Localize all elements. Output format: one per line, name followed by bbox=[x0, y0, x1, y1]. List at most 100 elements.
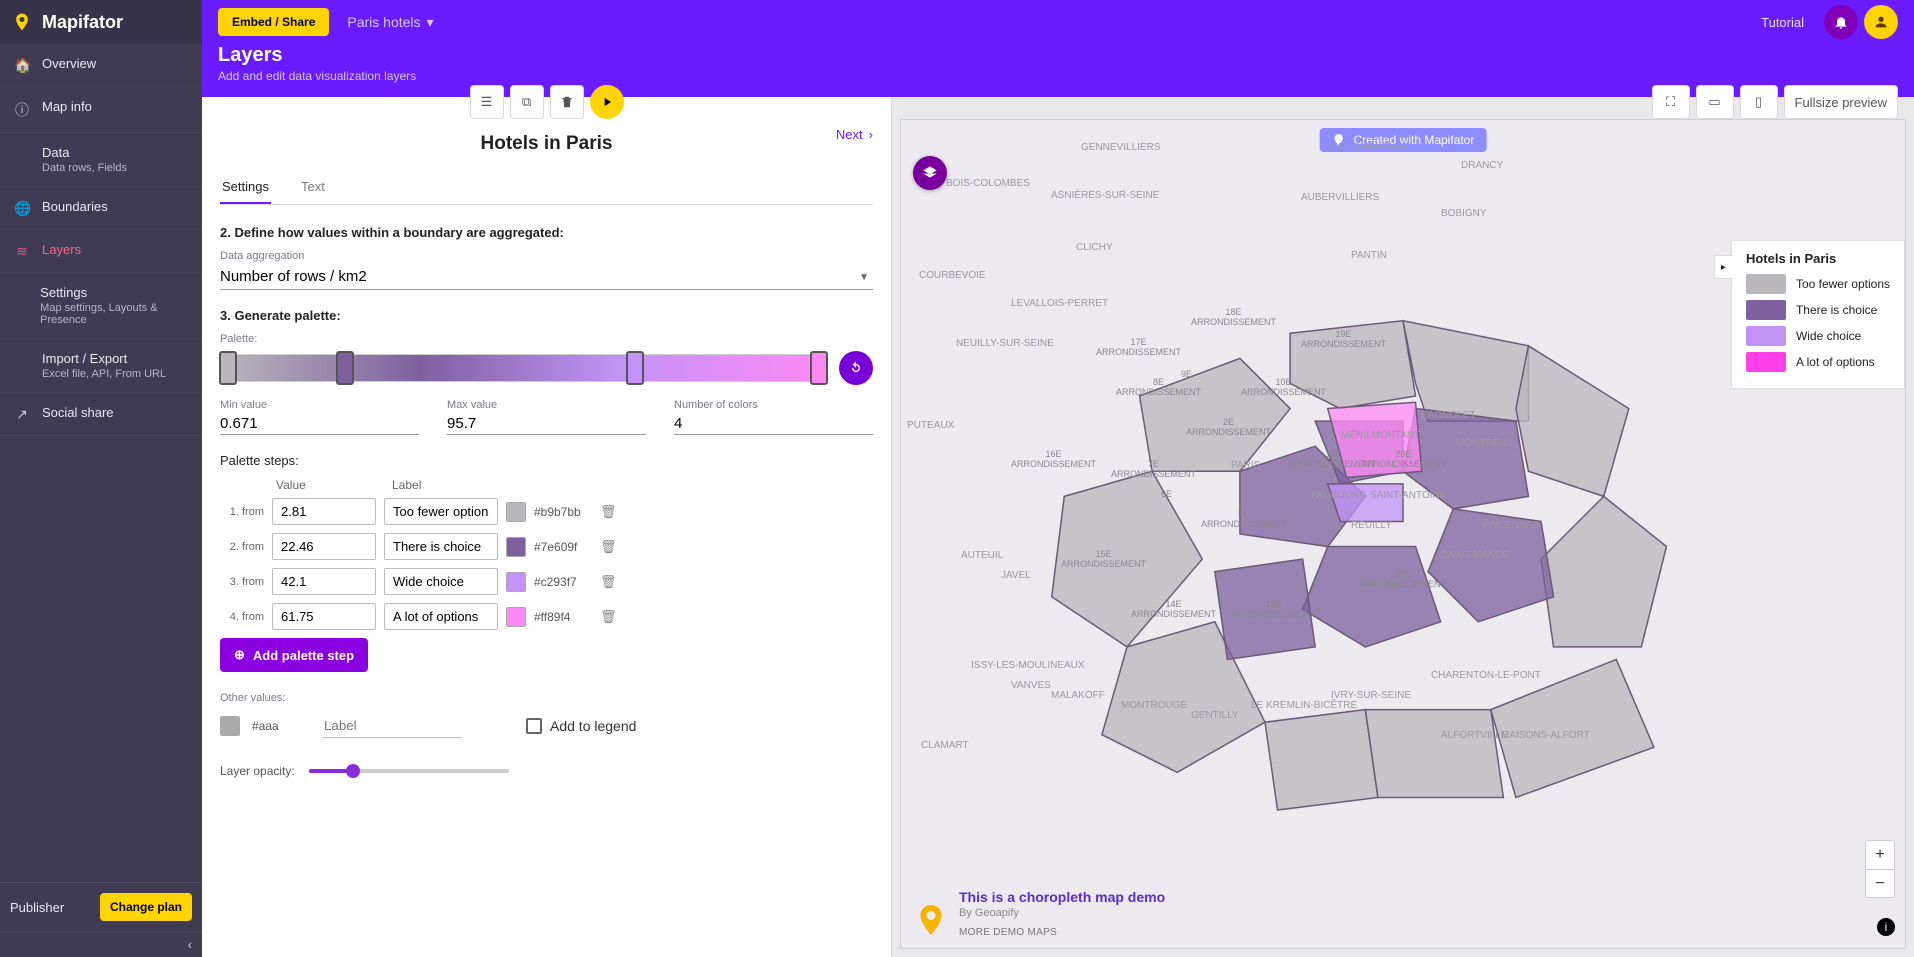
legend-swatch bbox=[1746, 300, 1786, 320]
tablet-preview-button[interactable]: ▭ bbox=[1696, 85, 1734, 119]
step-value-input[interactable] bbox=[272, 498, 376, 525]
step-hex: #ff89f4 bbox=[534, 610, 592, 624]
palette-row bbox=[220, 351, 873, 385]
region bbox=[1541, 496, 1666, 647]
add-palette-step-button[interactable]: ⊕ Add palette step bbox=[220, 638, 368, 672]
attribution-more[interactable]: MORE DEMO MAPS bbox=[959, 927, 1165, 938]
step2-heading: 2. Define how values within a boundary a… bbox=[220, 225, 873, 240]
palette-step-row: 4. from #ff89f4 🗑 bbox=[220, 603, 873, 630]
project-name: Paris hotels bbox=[347, 14, 420, 30]
other-color-swatch[interactable] bbox=[220, 716, 240, 736]
nav-sublabel: Map settings, Layouts & Presence bbox=[40, 302, 188, 326]
attribution-by: By Geoapify bbox=[959, 907, 1165, 919]
step-color-swatch[interactable] bbox=[506, 607, 526, 627]
palette-handle-4[interactable] bbox=[810, 351, 828, 385]
change-plan-button[interactable]: Change plan bbox=[100, 893, 192, 921]
palette-handle-2[interactable] bbox=[336, 351, 354, 385]
step-delete-button[interactable]: 🗑 bbox=[600, 574, 617, 590]
palette-gradient[interactable] bbox=[220, 354, 827, 382]
add-to-legend-checkbox[interactable]: Add to legend bbox=[526, 718, 636, 734]
sidebar-item-data[interactable]: DataData rows, Fields bbox=[0, 133, 202, 187]
plus-icon: ⊕ bbox=[234, 647, 245, 663]
step-value-input[interactable] bbox=[272, 533, 376, 560]
fullsize-preview-button[interactable]: Fullsize preview bbox=[1784, 85, 1898, 119]
palette-step-row: 1. from#b9b7bb🗑 bbox=[220, 498, 873, 525]
tab-text[interactable]: Text bbox=[299, 171, 327, 204]
notifications-button[interactable] bbox=[1824, 5, 1858, 39]
aggregation-value[interactable] bbox=[220, 264, 873, 290]
nav-icon: ↗ bbox=[14, 406, 30, 423]
step-label-input[interactable] bbox=[384, 603, 498, 630]
legend-swatch bbox=[1746, 352, 1786, 372]
regenerate-palette-button[interactable] bbox=[839, 351, 873, 385]
publisher-label: Publisher bbox=[10, 900, 64, 915]
sidebar-nav: 🏠OverviewⓘMap infoDataData rows, Fields🌐… bbox=[0, 44, 202, 882]
project-selector[interactable]: Paris hotels ▾ bbox=[347, 14, 433, 31]
attribution-pin-icon bbox=[913, 902, 949, 938]
legend-title: Hotels in Paris bbox=[1746, 251, 1890, 266]
palette-handle-3[interactable] bbox=[626, 351, 644, 385]
sidebar-item-map-info[interactable]: ⓘMap info bbox=[0, 87, 202, 133]
legend-swatch bbox=[1746, 274, 1786, 294]
region bbox=[1516, 346, 1629, 497]
step-label-input[interactable] bbox=[384, 533, 498, 560]
step-color-swatch[interactable] bbox=[506, 502, 526, 522]
other-label-input[interactable] bbox=[322, 714, 462, 738]
palette-handle-1[interactable] bbox=[219, 351, 237, 385]
page-title: Layers bbox=[218, 44, 1898, 67]
map-frame[interactable]: Created with Mapifator bbox=[900, 119, 1906, 949]
nav-icon: ⓘ bbox=[14, 100, 30, 120]
legend-collapse-button[interactable]: ▸ bbox=[1714, 255, 1732, 279]
step-value-input[interactable] bbox=[272, 568, 376, 595]
opacity-slider[interactable] bbox=[309, 769, 509, 773]
sidebar-item-settings[interactable]: SettingsMap settings, Layouts & Presence bbox=[0, 273, 202, 339]
user-menu-button[interactable] bbox=[1864, 5, 1898, 39]
zoom-out-button[interactable]: − bbox=[1866, 869, 1894, 897]
attribution-title[interactable]: This is a choropleth map demo bbox=[959, 889, 1165, 905]
max-label: Max value bbox=[447, 399, 646, 411]
step-delete-button[interactable]: 🗑 bbox=[600, 609, 617, 625]
sidebar-collapse-button[interactable]: ‹ bbox=[0, 931, 202, 957]
legend-label: A lot of options bbox=[1796, 355, 1875, 369]
duplicate-button[interactable]: ⧉ bbox=[510, 85, 544, 119]
palette-steps-list: 1. from#b9b7bb🗑2. from#7e609f🗑3. from#c2… bbox=[220, 498, 873, 630]
legend-row: Too fewer options bbox=[1746, 274, 1890, 294]
sidebar-item-overview[interactable]: 🏠Overview bbox=[0, 44, 202, 87]
sidebar-item-boundaries[interactable]: 🌐Boundaries bbox=[0, 187, 202, 230]
zoom-in-button[interactable]: + bbox=[1866, 841, 1894, 869]
sidebar-item-import-export[interactable]: Import / ExportExcel file, API, From URL bbox=[0, 339, 202, 393]
mobile-preview-button[interactable]: ▯ bbox=[1740, 85, 1778, 119]
editor-scroll[interactable]: 2. Define how values within a boundary a… bbox=[202, 205, 891, 957]
step-color-swatch[interactable] bbox=[506, 537, 526, 557]
num-colors-input[interactable] bbox=[674, 413, 873, 435]
play-button[interactable] bbox=[590, 85, 624, 119]
legend-swatch bbox=[1746, 326, 1786, 346]
step-delete-button[interactable]: 🗑 bbox=[600, 539, 617, 555]
step-color-swatch[interactable] bbox=[506, 572, 526, 592]
step-delete-button[interactable]: 🗑 bbox=[600, 504, 617, 520]
step-label-input[interactable] bbox=[384, 498, 498, 525]
slider-knob[interactable] bbox=[346, 764, 360, 778]
col-label: Label bbox=[392, 478, 421, 492]
list-view-button[interactable]: ☰ bbox=[470, 85, 504, 119]
step-value-input[interactable] bbox=[272, 603, 376, 630]
nav-label: Data bbox=[42, 145, 127, 160]
desktop-preview-button[interactable]: ⛶ bbox=[1652, 85, 1690, 119]
tutorial-link[interactable]: Tutorial bbox=[1761, 15, 1804, 30]
max-value-input[interactable] bbox=[447, 413, 646, 435]
step-index: 4. from bbox=[220, 611, 264, 623]
sidebar-item-social-share[interactable]: ↗Social share bbox=[0, 393, 202, 436]
aggregation-select[interactable] bbox=[220, 264, 873, 290]
sidebar-item-layers[interactable]: ≋Layers bbox=[0, 230, 202, 273]
min-value-input[interactable] bbox=[220, 413, 419, 435]
next-button[interactable]: Next › bbox=[836, 127, 873, 142]
nav-icon: 🏠 bbox=[14, 57, 30, 74]
embed-share-button[interactable]: Embed / Share bbox=[218, 8, 329, 36]
step-label-input[interactable] bbox=[384, 568, 498, 595]
steps-header: Value Label bbox=[220, 478, 873, 492]
delete-button[interactable] bbox=[550, 85, 584, 119]
region bbox=[1265, 710, 1378, 810]
refresh-icon bbox=[848, 360, 864, 376]
map-info-button[interactable]: i bbox=[1877, 918, 1895, 936]
tab-settings[interactable]: Settings bbox=[220, 171, 271, 204]
